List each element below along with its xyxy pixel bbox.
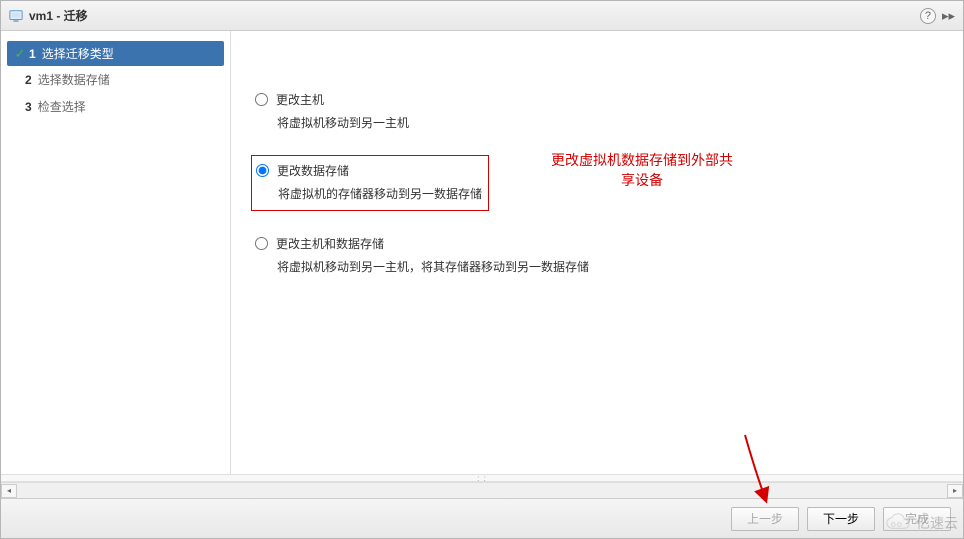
option-desc: 将虚拟机的存储器移动到另一数据存储: [278, 185, 482, 202]
option-row[interactable]: 更改主机: [255, 91, 939, 108]
expand-icon[interactable]: ▸▸: [942, 8, 955, 24]
cloud-icon: [882, 513, 912, 533]
option-row[interactable]: 更改主机和数据存储: [255, 235, 939, 252]
scroll-left-icon[interactable]: ◂: [1, 484, 17, 498]
step-navigator: ✓ 1 选择迁移类型 2 选择数据存储 3 检查选择: [1, 31, 231, 474]
radio-change-host[interactable]: [255, 93, 268, 106]
option-desc: 将虚拟机移动到另一主机: [277, 114, 939, 131]
help-icon[interactable]: ?: [920, 8, 936, 24]
migration-dialog: vm1 - 迁移 ? ▸▸ ✓ 1 选择迁移类型 2 选择数据存储 3 检查选择: [0, 0, 964, 539]
next-button[interactable]: 下一步: [807, 507, 875, 531]
watermark: 亿速云: [882, 513, 958, 533]
step-3[interactable]: 3 检查选择: [1, 93, 230, 120]
vm-icon: [9, 9, 23, 23]
option-row[interactable]: 更改数据存储: [256, 162, 482, 179]
step-2[interactable]: 2 选择数据存储: [1, 66, 230, 93]
annotation-highlight-box: 更改数据存储 将虚拟机的存储器移动到另一数据存储: [251, 155, 489, 211]
radio-change-datastore[interactable]: [256, 164, 269, 177]
step-1[interactable]: ✓ 1 选择迁移类型: [7, 41, 224, 66]
option-title: 更改主机和数据存储: [276, 235, 384, 252]
step-number: 1: [29, 47, 36, 61]
scroll-right-icon[interactable]: ▸: [947, 484, 963, 498]
option-title: 更改主机: [276, 91, 324, 108]
titlebar: vm1 - 迁移 ? ▸▸: [1, 1, 963, 31]
step-number: 3: [25, 100, 32, 114]
back-button: 上一步: [731, 507, 799, 531]
step-label: 检查选择: [38, 98, 86, 115]
option-change-host: 更改主机 将虚拟机移动到另一主机: [255, 91, 939, 131]
content-pane: 更改主机 将虚拟机移动到另一主机 更改数据存储 将虚拟机的存储器移动到另一数据存…: [231, 31, 963, 474]
footer: 上一步 下一步 完成: [1, 498, 963, 538]
dialog-title: vm1 - 迁移: [29, 7, 88, 24]
step-label: 选择迁移类型: [42, 45, 114, 62]
dialog-body: ✓ 1 选择迁移类型 2 选择数据存储 3 检查选择 更改主机 将虚拟机移动到另…: [1, 31, 963, 474]
check-icon: ✓: [13, 46, 27, 62]
step-number: 2: [25, 73, 32, 87]
resize-handle[interactable]: : :: [1, 474, 963, 482]
option-title: 更改数据存储: [277, 162, 349, 179]
radio-change-both[interactable]: [255, 237, 268, 250]
annotation-text: 更改虚拟机数据存储到外部共 享设备: [551, 151, 733, 190]
horizontal-scroll: ◂ ▸: [1, 482, 963, 498]
option-change-both: 更改主机和数据存储 将虚拟机移动到另一主机，将其存储器移动到另一数据存储: [255, 235, 939, 275]
option-desc: 将虚拟机移动到另一主机，将其存储器移动到另一数据存储: [277, 258, 939, 275]
watermark-text: 亿速云: [916, 513, 958, 533]
step-label: 选择数据存储: [38, 71, 110, 88]
